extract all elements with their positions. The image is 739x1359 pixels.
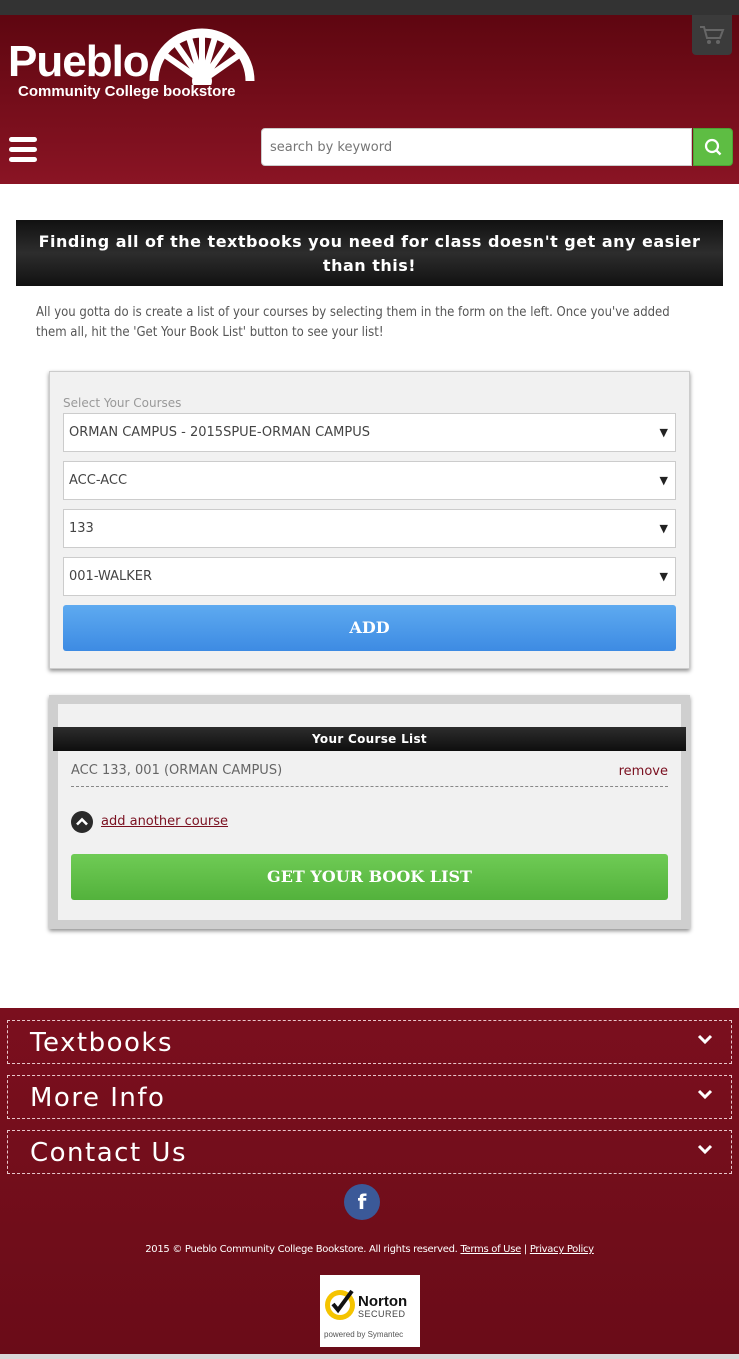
get-book-list-button[interactable]: GET YOUR BOOK LIST — [71, 854, 668, 900]
copyright: 2015 © Pueblo Community College Bookstor… — [0, 1244, 739, 1255]
footer-section-textbooks[interactable]: Textbooks — [7, 1020, 732, 1064]
bottom-strip — [0, 1354, 739, 1359]
norton-secured-text: SECURED — [358, 1309, 406, 1319]
privacy-policy-link[interactable]: Privacy Policy — [530, 1244, 594, 1255]
campus-select[interactable]: ORMAN CAMPUS - 2015SPUE-ORMAN CAMPUS ▼ — [63, 413, 676, 452]
course-number-select[interactable]: 133 ▼ — [63, 509, 676, 548]
footer-section-label: Contact Us — [30, 1138, 187, 1168]
campus-select-value: ORMAN CAMPUS - 2015SPUE-ORMAN CAMPUS — [69, 425, 370, 440]
dropdown-arrow-icon: ▼ — [659, 474, 668, 487]
site-header: Pueblo Community College bookstore — [0, 15, 739, 184]
norton-powered-text: powered by Symantec — [324, 1330, 404, 1339]
footer-section-label: Textbooks — [30, 1028, 174, 1058]
dropdown-arrow-icon: ▼ — [659, 570, 668, 583]
search-icon — [704, 138, 722, 156]
course-select-panel: Select Your Courses ORMAN CAMPUS - 2015S… — [49, 371, 690, 669]
link-separator: | — [523, 1244, 527, 1255]
site-logo[interactable]: Pueblo Community College bookstore — [8, 23, 258, 113]
search-input[interactable] — [261, 128, 692, 166]
section-select-value: 001-WALKER — [69, 569, 153, 584]
cart-icon — [700, 26, 725, 44]
search-button[interactable] — [693, 128, 733, 166]
checkmark-seal-icon — [325, 1289, 355, 1320]
dropdown-arrow-icon: ▼ — [659, 522, 668, 535]
remove-link[interactable]: remove — [619, 764, 668, 779]
department-select[interactable]: ACC-ACC ▼ — [63, 461, 676, 500]
copyright-text: 2015 © Pueblo Community College Bookstor… — [145, 1244, 458, 1255]
footer-section-contact-us[interactable]: Contact Us — [7, 1130, 732, 1174]
add-another-course-link[interactable]: add another course — [101, 814, 228, 829]
logo-name: Pueblo — [8, 37, 150, 86]
footer-section-label: More Info — [30, 1083, 166, 1113]
course-number-select-value: 133 — [69, 521, 94, 536]
chevron-up-icon — [71, 811, 93, 833]
norton-title: Norton — [358, 1293, 408, 1310]
cart-button[interactable] — [692, 15, 732, 55]
headline-banner: Finding all of the textbooks you need fo… — [16, 220, 723, 286]
add-button[interactable]: ADD — [63, 605, 676, 651]
select-courses-label: Select Your Courses — [63, 396, 182, 410]
menu-icon[interactable] — [9, 137, 39, 165]
dropdown-arrow-icon: ▼ — [659, 426, 668, 439]
footer-section-more-info[interactable]: More Info — [7, 1075, 732, 1119]
sunburst-logo-icon — [149, 28, 255, 85]
chevron-down-icon — [697, 1089, 713, 1100]
course-list-title: Your Course List — [53, 727, 686, 751]
intro-text: All you gotta do is create a list of you… — [36, 305, 670, 340]
section-select[interactable]: 001-WALKER ▼ — [63, 557, 676, 596]
facebook-icon[interactable]: f — [344, 1184, 380, 1220]
logo-subtitle: Community College bookstore — [18, 83, 236, 100]
list-item: ACC 133, 001 (ORMAN CAMPUS) remove — [71, 760, 668, 787]
course-entry: ACC 133, 001 (ORMAN CAMPUS) — [71, 763, 283, 778]
department-select-value: ACC-ACC — [69, 473, 128, 488]
chevron-down-icon — [697, 1144, 713, 1155]
terms-of-use-link[interactable]: Terms of Use — [460, 1244, 521, 1255]
norton-secured-badge[interactable]: Norton SECURED powered by Symantec — [320, 1275, 420, 1347]
chevron-down-icon — [697, 1034, 713, 1045]
top-strip — [0, 0, 739, 15]
search-bar — [261, 128, 733, 167]
